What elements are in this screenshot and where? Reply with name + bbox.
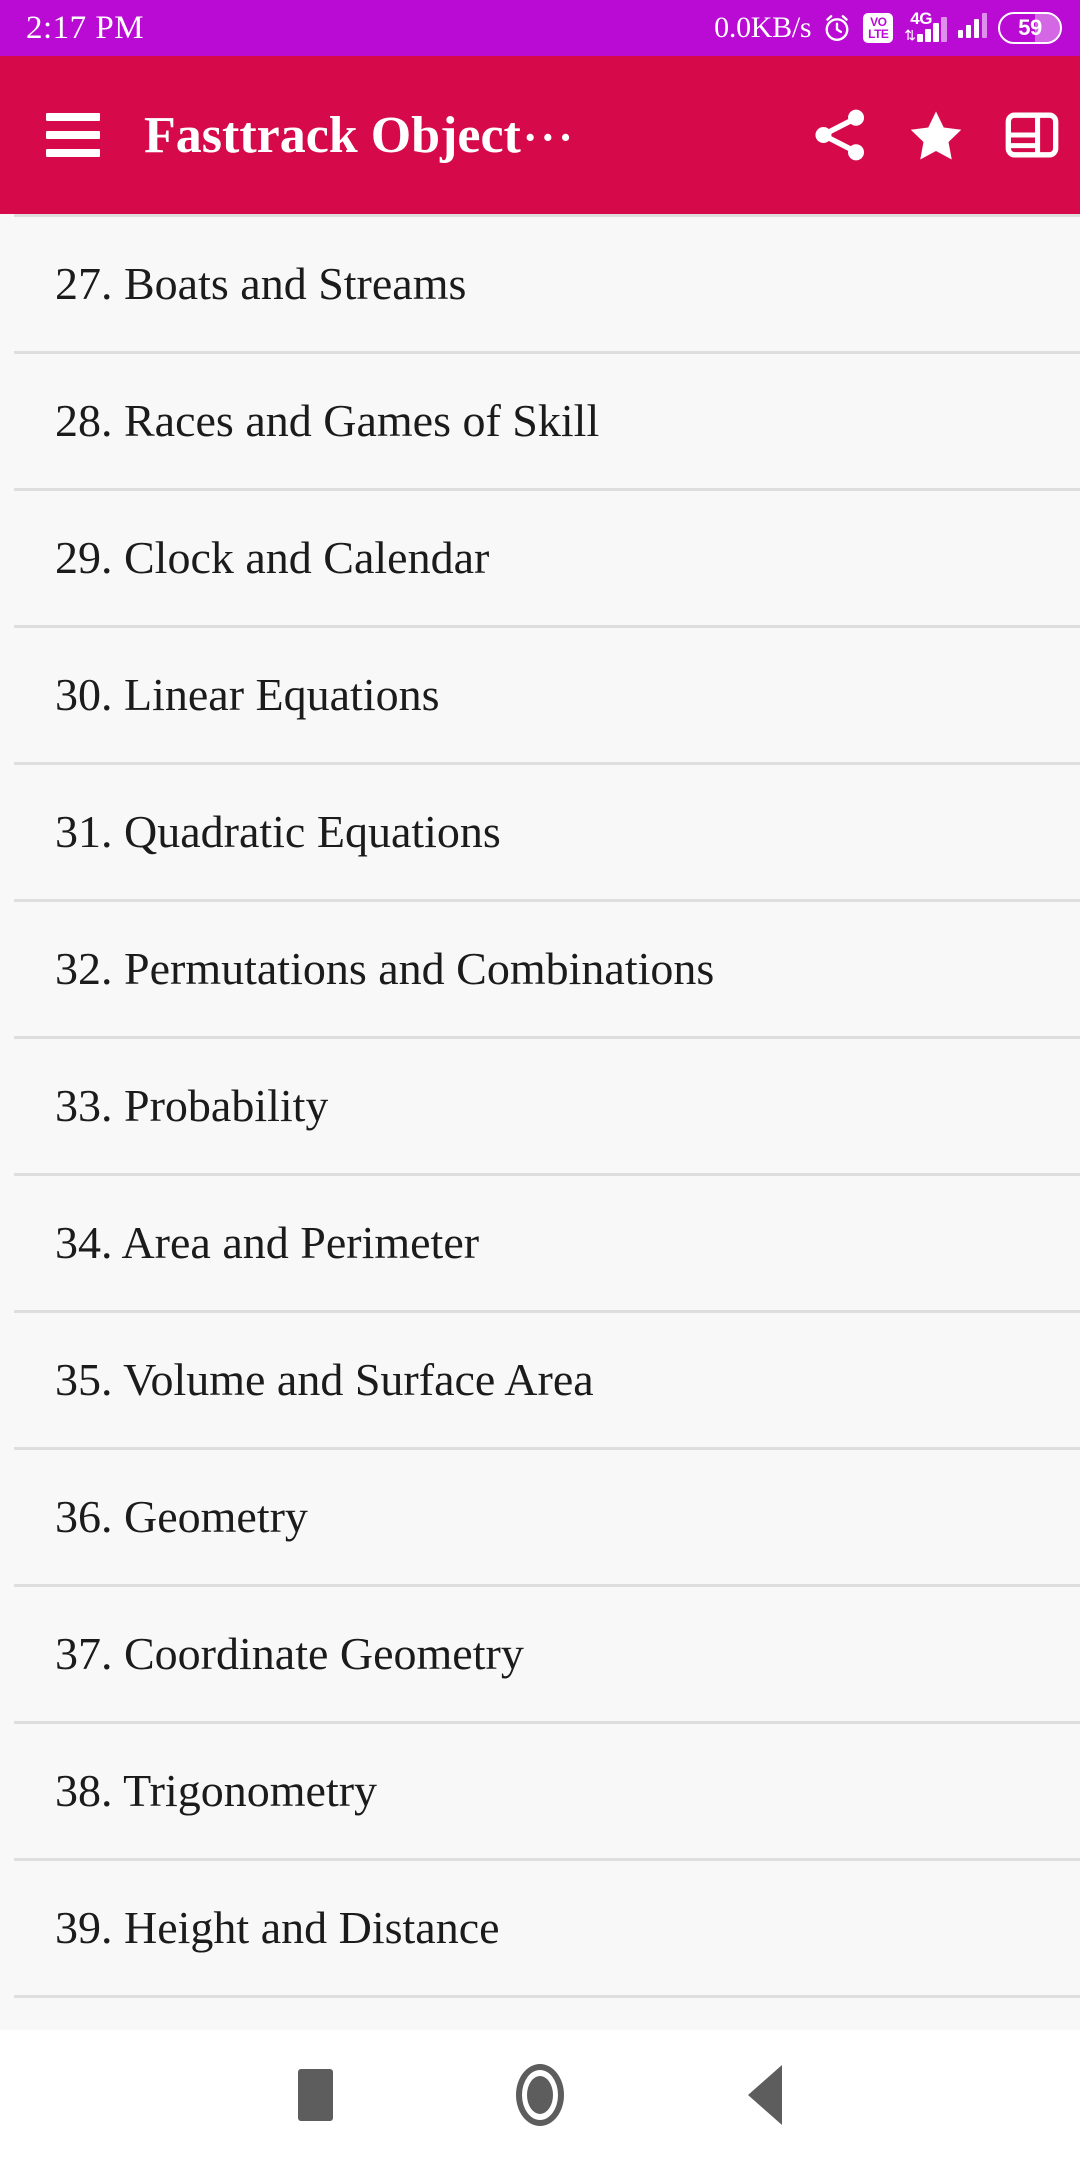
list-item-label: 39. Height and Distance [55, 1902, 500, 1953]
list-item-label: 32. Permutations and Combinations [55, 943, 715, 994]
battery-icon: 59 [998, 12, 1062, 44]
alarm-clock-icon [822, 13, 852, 43]
list-item-label: 28. Races and Games of Skill [55, 395, 600, 446]
network-type-label: 4G [910, 9, 932, 28]
list-item-label: 27. Boats and Streams [55, 258, 467, 309]
status-clock: 2:17 PM [26, 9, 145, 46]
layout-view-icon [1003, 106, 1061, 164]
hamburger-menu-icon[interactable] [46, 113, 100, 157]
list-item[interactable]: 35. Volume and Surface Area [0, 1313, 1080, 1447]
status-bar: 2:17 PM 0.0KB/s VO LTE 4G ⇅ 59 [0, 0, 1080, 56]
list-item[interactable]: 28. Races and Games of Skill [0, 354, 1080, 488]
view-mode-button[interactable] [984, 87, 1080, 183]
list-item-label: 31. Quadratic Equations [55, 806, 501, 857]
circle-home-icon [516, 2064, 564, 2126]
list-item-label: 33. Probability [55, 1080, 329, 1131]
list-item-label: 38. Trigonometry [55, 1765, 378, 1816]
share-button[interactable] [792, 87, 888, 183]
list-item[interactable]: 37. Coordinate Geometry [0, 1587, 1080, 1721]
list-item[interactable]: 38. Trigonometry [0, 1724, 1080, 1858]
list-item[interactable]: 36. Geometry [0, 1450, 1080, 1584]
signal-strength-sim1-icon: 4G ⇅ [904, 9, 947, 45]
recents-button[interactable] [240, 2030, 390, 2160]
list-item[interactable]: 33. Probability [0, 1039, 1080, 1173]
phone-screen: 2:17 PM 0.0KB/s VO LTE 4G ⇅ 59 Fasttrack… [0, 0, 1080, 2160]
app-bar: Fasttrack Object ··· [0, 56, 1080, 214]
list-item[interactable]: 30. Linear Equations [0, 628, 1080, 762]
page-title-text: Fasttrack Object [144, 106, 521, 164]
volte-icon: VO LTE [863, 13, 894, 43]
favorite-button[interactable] [888, 87, 984, 183]
list-item[interactable]: 34. Area and Perimeter [0, 1176, 1080, 1310]
data-transfer-arrows-icon: ⇅ [904, 27, 916, 43]
signal-strength-sim2-icon [957, 13, 987, 41]
page-title: Fasttrack Object ··· [144, 106, 778, 165]
list-item[interactable]: 31. Quadratic Equations [0, 765, 1080, 899]
list-item-label: 34. Area and Perimeter [55, 1217, 480, 1268]
system-navigation-bar [0, 2030, 1080, 2160]
list-item[interactable]: 32. Permutations and Combinations [0, 902, 1080, 1036]
list-divider [14, 1995, 1080, 1998]
network-speed-indicator: 0.0KB/s [714, 11, 812, 44]
volte-label-bottom: LTE [868, 27, 889, 41]
triangle-back-icon [748, 2065, 782, 2125]
list-item[interactable]: 29. Clock and Calendar [0, 491, 1080, 625]
back-button[interactable] [690, 2030, 840, 2160]
square-recents-icon [297, 2069, 333, 2121]
status-icons: 0.0KB/s VO LTE 4G ⇅ 59 [714, 9, 1062, 45]
list-item[interactable]: 27. Boats and Streams [0, 217, 1080, 351]
title-truncation-ellipsis: ··· [522, 112, 576, 162]
star-icon [906, 105, 966, 165]
list-item-label: 29. Clock and Calendar [55, 532, 490, 583]
list-item-label: 35. Volume and Surface Area [55, 1354, 594, 1405]
chapter-list[interactable]: 27. Boats and Streams 28. Races and Games… [0, 214, 1080, 2030]
list-item-label: 30. Linear Equations [55, 669, 440, 720]
share-icon [809, 104, 871, 166]
home-button[interactable] [465, 2030, 615, 2160]
list-item-label: 36. Geometry [55, 1491, 308, 1542]
battery-percentage-label: 59 [1018, 15, 1042, 40]
list-item-label: 37. Coordinate Geometry [55, 1628, 524, 1679]
list-item[interactable]: 39. Height and Distance [0, 1861, 1080, 1995]
